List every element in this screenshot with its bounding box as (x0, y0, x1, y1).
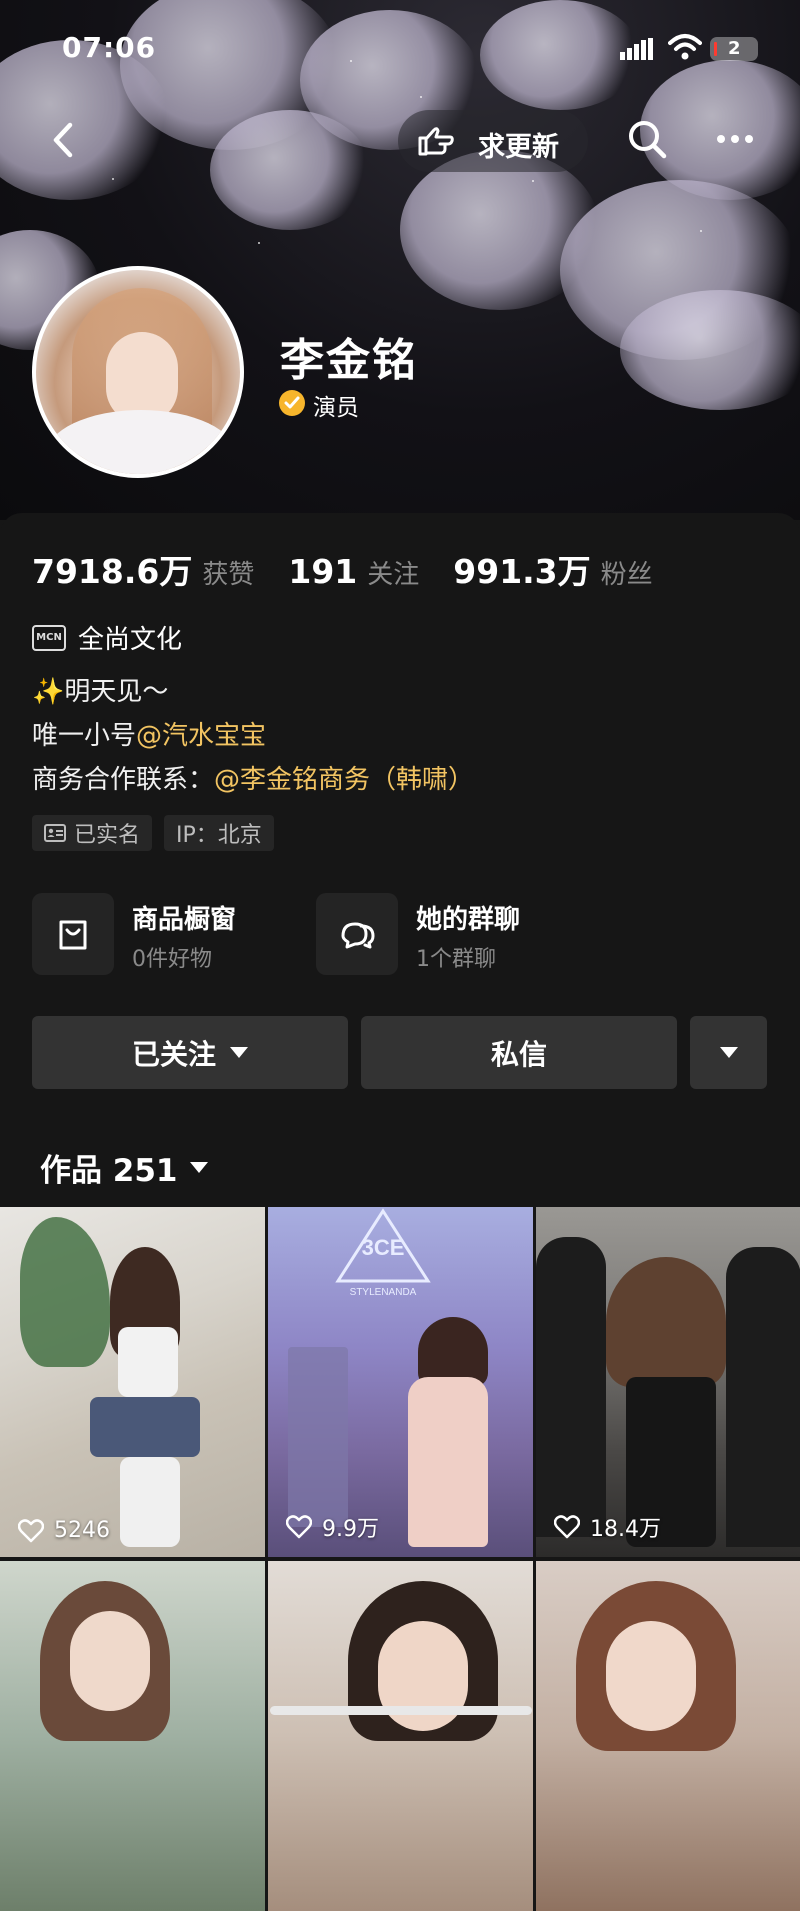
video-thumbnail[interactable] (0, 1561, 265, 1911)
video-thumbnail[interactable]: 3CE STYLENANDA 9.9万 (268, 1207, 533, 1557)
brand-name: 3CE (362, 1235, 405, 1260)
group-chat-entry[interactable]: 她的群聊 1个群聊 (316, 893, 586, 977)
group-chat-title: 她的群聊 (416, 905, 521, 935)
like-count: 5246 (18, 1518, 110, 1543)
mention-link-alt-account[interactable]: @汽水宝宝 (136, 721, 266, 751)
shop-window-subtitle: 0件好物 (132, 947, 212, 972)
wifi-icon (668, 34, 702, 60)
chat-bubbles-icon (341, 922, 375, 949)
realname-label: 已实名 (74, 823, 141, 848)
like-count-value: 5246 (54, 1518, 110, 1543)
bio-line-2: 唯一小号@汽水宝宝 (32, 715, 266, 752)
request-update-label: 求更新 (478, 132, 559, 163)
more-icon[interactable] (712, 116, 758, 162)
followers-label[interactable]: 粉丝 (601, 554, 653, 591)
likes-label: 获赞 (202, 560, 255, 590)
bio-text: 唯一小号 (32, 721, 137, 751)
cellular-signal-icon (620, 38, 653, 60)
status-bar: 07:06 2 (0, 0, 800, 100)
stats-row: 7918.6万 获赞 191 关注 991.3万 粉丝 (32, 545, 687, 593)
message-button[interactable]: 私信 (361, 1016, 677, 1089)
search-icon[interactable] (624, 116, 670, 162)
shop-window-entry[interactable]: 商品橱窗 0件好物 (32, 893, 302, 977)
following-count[interactable]: 191 (288, 552, 357, 591)
realname-tag: 已实名 (32, 815, 153, 851)
mcn-label: 全尚文化 (78, 625, 183, 655)
video-thumbnail[interactable] (268, 1561, 533, 1911)
likes-count: 7918.6万 (32, 552, 193, 591)
caret-down-icon (719, 1047, 738, 1058)
heart-icon (554, 1515, 580, 1539)
video-grid: 5246 3CE STYLENANDA 9.9万 18.4万 (0, 1207, 800, 1911)
video-thumbnail[interactable]: 18.4万 (536, 1207, 800, 1557)
caret-down-icon (189, 1162, 208, 1173)
mcn-icon: MCN (32, 624, 66, 651)
hand-point-icon (418, 127, 454, 156)
verified-label: 演员 (313, 395, 359, 421)
id-card-icon (44, 824, 66, 842)
request-update-button[interactable]: 求更新 (398, 110, 588, 172)
caret-down-icon (230, 1047, 248, 1058)
message-label: 私信 (490, 1037, 547, 1071)
followed-button[interactable]: 已关注 (32, 1016, 348, 1089)
bio-line-1: ✨明天见～ (32, 677, 169, 707)
video-thumbnail[interactable]: 5246 (0, 1207, 265, 1557)
ip-label: IP：北京 (176, 823, 262, 848)
like-count: 18.4万 (554, 1511, 661, 1543)
brand-triangle-logo: 3CE STYLENANDA (335, 1208, 431, 1297)
ip-tag: IP：北京 (164, 815, 274, 851)
verified-check-icon (279, 390, 305, 416)
followed-label: 已关注 (131, 1037, 216, 1071)
like-count: 9.9万 (286, 1511, 379, 1543)
avatar[interactable] (32, 266, 244, 478)
home-indicator[interactable] (270, 1706, 532, 1715)
shopping-bag-icon (59, 920, 87, 950)
following-label[interactable]: 关注 (367, 554, 419, 591)
back-icon[interactable] (40, 115, 90, 165)
battery-icon: 2 (710, 37, 758, 61)
followers-count[interactable]: 991.3万 (453, 545, 590, 593)
battery-level: 2 (728, 38, 741, 59)
more-actions-button[interactable] (690, 1016, 767, 1089)
like-count-value: 18.4万 (590, 1517, 661, 1542)
brand-subname: STYLENANDA (350, 1287, 417, 1297)
bio-text: 商务合作联系： (32, 765, 215, 795)
tags-row: 已实名 IP：北京 (32, 815, 286, 851)
bio-line-3: 商务合作联系：@李金铭商务（韩啸） (32, 759, 474, 796)
mcn-row[interactable]: MCN 全尚文化 (32, 619, 182, 656)
heart-icon (18, 1518, 44, 1542)
like-count-value: 9.9万 (322, 1517, 379, 1542)
works-label: 作品 251 (40, 1153, 178, 1189)
works-tab[interactable]: 作品 251 (40, 1145, 208, 1190)
profile-name: 李金铭 (280, 335, 418, 386)
group-chat-subtitle: 1个群聊 (416, 947, 496, 972)
shop-window-title: 商品橱窗 (132, 905, 237, 935)
status-time: 07:06 (62, 31, 157, 64)
heart-icon (286, 1515, 312, 1539)
mention-link-business[interactable]: @李金铭商务（韩啸） (214, 765, 474, 795)
video-thumbnail[interactable] (536, 1561, 800, 1911)
